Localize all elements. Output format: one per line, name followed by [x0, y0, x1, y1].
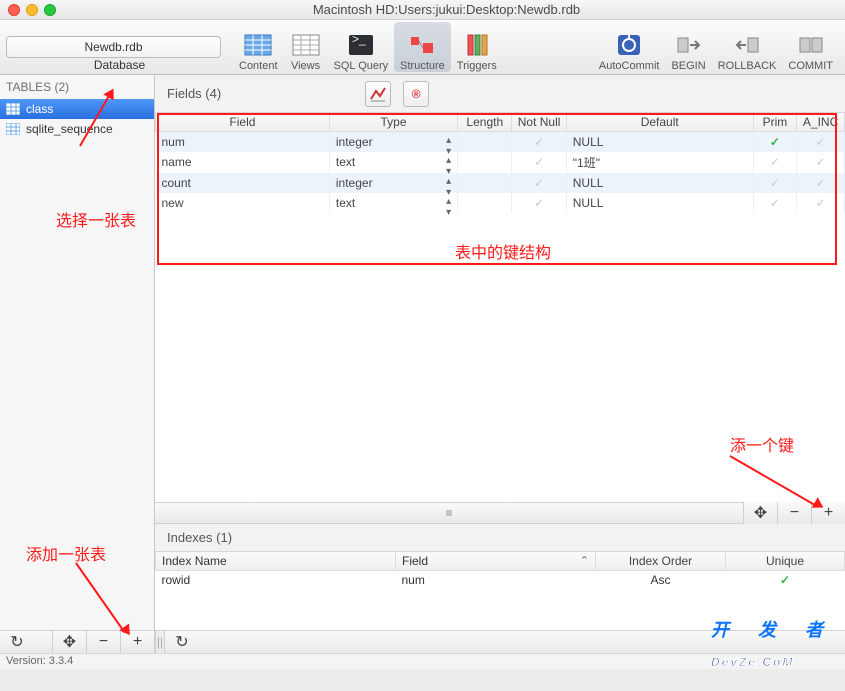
remove-table-button[interactable]: −: [86, 631, 120, 653]
col-ainc[interactable]: A_INC: [797, 113, 845, 132]
commit-label: COMMIT: [788, 60, 833, 72]
begin-icon: [673, 31, 705, 59]
svg-text:>_: >_: [352, 33, 366, 46]
table-row[interactable]: countinteger▴▾✓NULL✓✓: [156, 173, 845, 193]
triggers-tab[interactable]: Triggers: [451, 22, 503, 72]
autocommit-icon: [613, 31, 645, 59]
begin-label: BEGIN: [671, 60, 705, 72]
chart-icon: [369, 85, 387, 103]
registered-icon: ®: [412, 87, 421, 101]
sqlquery-label: SQL Query: [334, 60, 389, 72]
autocommit-button[interactable]: AutoCommit: [593, 22, 666, 72]
structure-label: Structure: [400, 60, 445, 72]
grip-icon[interactable]: ≡: [155, 506, 743, 520]
splitter-handle[interactable]: ||: [155, 631, 165, 653]
fields-heading: Fields (4): [167, 86, 221, 101]
database-dropdown-value: Newdb.rdb: [84, 40, 142, 54]
fields-header: Fields (4) ®: [155, 75, 845, 113]
col-default[interactable]: Default: [566, 113, 753, 132]
indexes-heading: Indexes (1): [155, 524, 845, 552]
structure-icon: [406, 31, 438, 59]
table-row[interactable]: newtext▴▾✓NULL✓✓: [156, 193, 845, 213]
col-field[interactable]: Field: [156, 113, 330, 132]
add-table-button[interactable]: +: [120, 631, 154, 653]
sqlquery-icon: >_: [345, 31, 377, 59]
window-title: Macintosh HD:Users:jukui:Desktop:Newdb.r…: [56, 2, 837, 17]
move-field-button[interactable]: ✥: [743, 502, 777, 524]
triggers-label: Triggers: [457, 60, 497, 72]
autocommit-label: AutoCommit: [599, 60, 660, 72]
chart-button[interactable]: [365, 81, 391, 107]
table-row[interactable]: numinteger▴▾✓NULL✓✓: [156, 132, 845, 152]
sort-asc-icon: ⌃: [580, 554, 589, 567]
window-close-icon[interactable]: [8, 4, 20, 16]
fields-header-row: Field Type Length Not Null Default Prim …: [156, 113, 845, 132]
sidebar-item-label: class: [26, 102, 53, 116]
indexes-grid-area: Index Name Field ⌃ Index Order Unique ro…: [155, 552, 845, 631]
version-label: Version: 3.3.4: [0, 653, 845, 669]
rollback-icon: [731, 31, 763, 59]
annotation-field-structure: 表中的键结构: [455, 239, 551, 263]
begin-button[interactable]: BEGIN: [665, 22, 711, 72]
sidebar-item-label: sqlite_sequence: [26, 122, 113, 136]
fields-table[interactable]: Field Type Length Not Null Default Prim …: [155, 113, 845, 213]
col-prim[interactable]: Prim: [753, 113, 796, 132]
idx-col-name[interactable]: Index Name: [156, 552, 396, 571]
commit-button[interactable]: COMMIT: [782, 22, 839, 72]
tables-heading: TABLES (2): [0, 75, 154, 99]
move-table-button[interactable]: ✥: [52, 631, 86, 653]
table-icon: [6, 123, 20, 135]
content-tab[interactable]: Content: [233, 22, 284, 72]
rollback-button[interactable]: ROLLBACK: [712, 22, 783, 72]
views-tab[interactable]: Views: [284, 22, 328, 72]
registered-button[interactable]: ®: [403, 81, 429, 107]
col-type[interactable]: Type: [329, 113, 457, 132]
commit-icon: [795, 31, 827, 59]
rollback-label: ROLLBACK: [718, 60, 777, 72]
structure-tab[interactable]: Structure: [394, 22, 451, 72]
title-bar: Macintosh HD:Users:jukui:Desktop:Newdb.r…: [0, 0, 845, 20]
content-icon: [242, 31, 274, 59]
views-label: Views: [291, 60, 320, 72]
table-row[interactable]: nametext▴▾✓"1班"✓✓: [156, 152, 845, 173]
footer-toolbar: ↻ ✥ − + || ↻: [0, 630, 845, 653]
refresh-tables-button[interactable]: ↻: [0, 631, 34, 653]
sidebar-item-class[interactable]: class: [0, 99, 154, 119]
fields-toolbar: ≡ ✥ − +: [155, 502, 845, 524]
remove-field-button[interactable]: −: [777, 502, 811, 524]
window-zoom-icon[interactable]: [44, 4, 56, 16]
sqlquery-tab[interactable]: >_ SQL Query: [328, 22, 395, 72]
col-notnull[interactable]: Not Null: [512, 113, 566, 132]
table-icon: [6, 103, 20, 115]
content-label: Content: [239, 60, 278, 72]
main-toolbar: Newdb.rdb Database Content Views >_ SQL …: [0, 20, 845, 75]
idx-col-field[interactable]: Field ⌃: [396, 552, 596, 571]
views-icon: [290, 31, 322, 59]
tables-sidebar: TABLES (2) class sqlite_sequence: [0, 75, 155, 630]
col-length[interactable]: Length: [458, 113, 512, 132]
indexes-table[interactable]: Index Name Field ⌃ Index Order Unique ro…: [155, 552, 845, 591]
add-field-button[interactable]: +: [811, 502, 845, 524]
window-minimize-icon[interactable]: [26, 4, 38, 16]
table-row[interactable]: rowidnumAsc✓: [156, 570, 845, 590]
triggers-icon: [461, 31, 493, 59]
sidebar-item-sqlite-sequence[interactable]: sqlite_sequence: [0, 119, 154, 139]
refresh-indexes-button[interactable]: ↻: [165, 631, 199, 653]
database-dropdown[interactable]: Newdb.rdb: [6, 36, 221, 58]
idx-col-order[interactable]: Index Order: [596, 552, 726, 571]
idx-col-unique[interactable]: Unique: [726, 552, 845, 571]
fields-grid-area: Field Type Length Not Null Default Prim …: [155, 113, 845, 502]
database-label: Database: [94, 58, 145, 72]
